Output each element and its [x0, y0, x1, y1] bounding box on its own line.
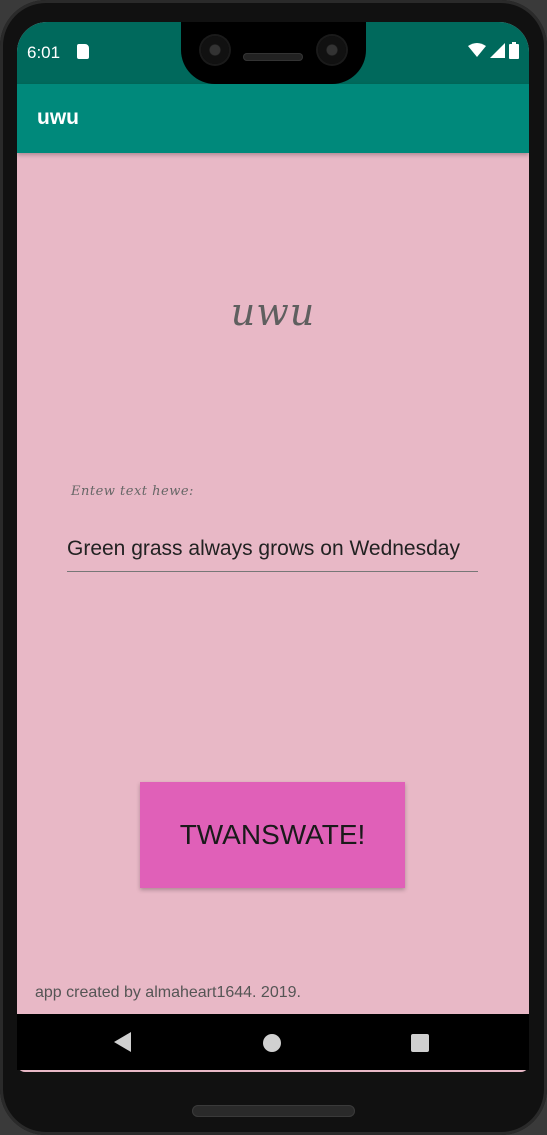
- status-bar: 6:01: [17, 22, 529, 84]
- front-camera-left-icon: [201, 36, 229, 64]
- camera-notch: [181, 22, 366, 84]
- input-label: Entew text hewe:: [71, 484, 194, 499]
- text-input[interactable]: [67, 527, 478, 572]
- app-bar: uwu: [17, 84, 529, 153]
- navigation-bar: [17, 1014, 529, 1070]
- sd-card-icon: [77, 44, 89, 59]
- earpiece-speaker: [243, 53, 303, 61]
- home-circle-icon[interactable]: [263, 1034, 281, 1052]
- headline: uwu: [230, 290, 316, 334]
- cell-signal-icon: [490, 43, 505, 58]
- credit-text: app created by almaheart1644. 2019.: [35, 984, 301, 1001]
- back-triangle-icon[interactable]: [114, 1032, 131, 1052]
- status-icons: [468, 42, 519, 59]
- front-camera-right-icon: [318, 36, 346, 64]
- battery-icon: [509, 42, 519, 59]
- translate-button[interactable]: TWANSWATE!: [140, 782, 405, 888]
- screen: 6:01 uwu uwu Entew text hewe: Green gras…: [17, 22, 529, 1072]
- recents-square-icon[interactable]: [411, 1034, 429, 1052]
- app-title: uwu: [37, 106, 79, 129]
- phone-frame: 6:01 uwu uwu Entew text hewe: Green gras…: [0, 0, 547, 1135]
- wifi-icon: [468, 43, 486, 57]
- bottom-speaker-grille: [192, 1105, 355, 1117]
- status-time: 6:01: [27, 43, 61, 62]
